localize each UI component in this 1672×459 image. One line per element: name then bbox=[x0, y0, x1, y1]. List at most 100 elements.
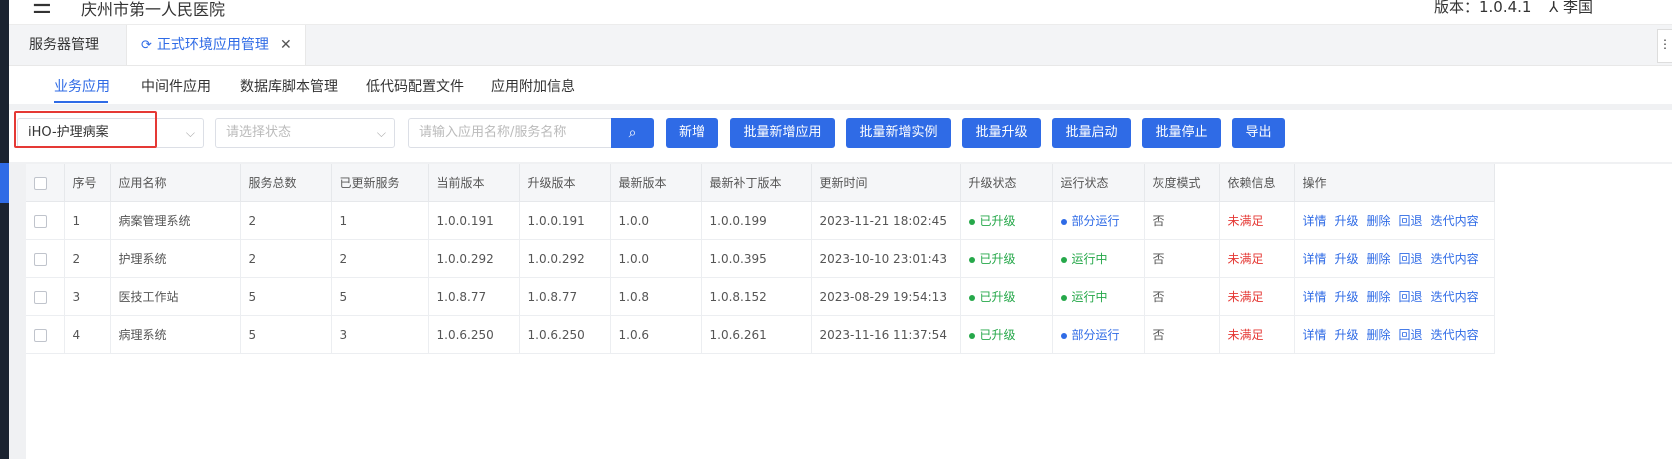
cell-current-version: 1.0.8.77 bbox=[428, 277, 520, 316]
column-header: 最新补丁版本 bbox=[701, 164, 812, 202]
column-header: 序号 bbox=[64, 164, 111, 202]
row-action-link[interactable]: 详情 bbox=[1303, 328, 1327, 342]
cell-app-name: 病案管理系统 bbox=[110, 201, 241, 240]
active-subtab-underline bbox=[54, 101, 108, 103]
batch-add-app-button[interactable]: 批量新增应用 bbox=[730, 118, 835, 148]
row-checkbox[interactable] bbox=[26, 315, 65, 354]
status-select-placeholder: 请选择状态 bbox=[226, 125, 292, 140]
cell-upgrade-status: 已升级 bbox=[960, 239, 1053, 278]
column-header: 已更新服务 bbox=[331, 164, 429, 202]
cell-updated-services: 3 bbox=[331, 315, 429, 354]
table-row: 4 病理系统 5 3 1.0.6.250 1.0.6.250 1.0.6 1.0.6.261 2… bbox=[26, 315, 1495, 354]
row-action-link[interactable]: 删除 bbox=[1367, 328, 1391, 342]
sidebar-active-indicator bbox=[0, 163, 9, 203]
cell-updated-services: 1 bbox=[331, 201, 429, 240]
cell-update-time: 2023-11-16 11:37:54 bbox=[811, 315, 961, 354]
row-action-link[interactable]: 回退 bbox=[1399, 252, 1423, 266]
status-select[interactable]: 请选择状态 ⌵ bbox=[215, 118, 395, 148]
tab-server-management[interactable]: 服务器管理 bbox=[29, 25, 99, 65]
row-action-link[interactable]: 回退 bbox=[1399, 214, 1423, 228]
cell-upgrade-status: 已升级 bbox=[960, 315, 1053, 354]
row-checkbox[interactable] bbox=[26, 277, 65, 316]
cell-current-version: 1.0.6.250 bbox=[428, 315, 520, 354]
cell-upgrade-status: 已升级 bbox=[960, 201, 1053, 240]
cell-upgrade-version: 1.0.8.77 bbox=[519, 277, 611, 316]
column-header: 操作 bbox=[1294, 164, 1495, 202]
row-action-link[interactable]: 回退 bbox=[1399, 328, 1423, 342]
cell-upgrade-version: 1.0.0.292 bbox=[519, 239, 611, 278]
column-header: 当前版本 bbox=[428, 164, 520, 202]
search-input[interactable]: 请输入应用名称/服务名称 bbox=[408, 118, 611, 148]
batch-add-instance-button[interactable]: 批量新增实例 bbox=[846, 118, 951, 148]
column-header: 运行状态 bbox=[1052, 164, 1145, 202]
cell-app-name: 病理系统 bbox=[110, 315, 241, 354]
search-button[interactable]: ⌕ bbox=[611, 118, 654, 148]
table-row: 1 病案管理系统 2 1 1.0.0.191 1.0.0.191 1.0.0 1.0.0.19… bbox=[26, 201, 1495, 240]
cell-gray-mode: 否 bbox=[1144, 315, 1220, 354]
row-action-link[interactable]: 删除 bbox=[1367, 290, 1391, 304]
cell-index: 4 bbox=[64, 315, 111, 354]
row-action-link[interactable]: 删除 bbox=[1367, 214, 1391, 228]
cell-index: 3 bbox=[64, 277, 111, 316]
row-action-link[interactable]: 回退 bbox=[1399, 290, 1423, 304]
row-checkbox[interactable] bbox=[26, 239, 65, 278]
user-icon: ⅄ bbox=[1549, 0, 1563, 16]
status-dot bbox=[1060, 294, 1067, 301]
batch-start-button[interactable]: 批量启动 bbox=[1052, 118, 1131, 148]
close-icon[interactable]: ✕ bbox=[280, 25, 292, 65]
refresh-icon[interactable]: ⟳ bbox=[141, 38, 152, 53]
column-header: 灰度模式 bbox=[1144, 164, 1220, 202]
batch-stop-button[interactable]: 批量停止 bbox=[1142, 118, 1221, 148]
cell-actions: 详情 升级 删除 回退 迭代内容 bbox=[1294, 277, 1495, 316]
row-action-link[interactable]: 升级 bbox=[1335, 252, 1359, 266]
row-action-link[interactable]: 迭代内容 bbox=[1431, 214, 1479, 228]
cell-actions: 详情 升级 删除 回退 迭代内容 bbox=[1294, 315, 1495, 354]
cell-latest-patch: 1.0.0.199 bbox=[701, 201, 812, 240]
row-action-link[interactable]: 迭代内容 bbox=[1431, 252, 1479, 266]
table-row: 3 医技工作站 5 5 1.0.8.77 1.0.8.77 1.0.8 1.0.8.152 20… bbox=[26, 277, 1495, 316]
cell-gray-mode: 否 bbox=[1144, 277, 1220, 316]
export-button[interactable]: 导出 bbox=[1232, 118, 1285, 148]
cell-app-name: 医技工作站 bbox=[110, 277, 241, 316]
apps-table: 序号 应用名称 服务总数 已更新服务 当前版本 升级版本 最新版本 最新补丁版本… bbox=[26, 164, 1495, 354]
row-action-link[interactable]: 详情 bbox=[1303, 252, 1327, 266]
filter-toolbar: iHO-护理病案 ⌵ 请选择状态 ⌵ 请输入应用名称/服务名称 ⌕ 新增 批量新… bbox=[9, 110, 1672, 162]
row-action-link[interactable]: 迭代内容 bbox=[1431, 290, 1479, 304]
status-dot bbox=[968, 256, 975, 263]
add-button[interactable]: 新增 bbox=[666, 118, 718, 148]
tab-production-app-management[interactable]: ⟳ 正式环境应用管理 ✕ bbox=[126, 25, 306, 65]
menu-fold-icon[interactable]: ☰ bbox=[32, 0, 52, 19]
cell-service-total: 2 bbox=[240, 239, 332, 278]
row-action-link[interactable]: 详情 bbox=[1303, 290, 1327, 304]
highlight-box bbox=[14, 111, 157, 148]
batch-upgrade-button[interactable]: 批量升级 bbox=[962, 118, 1041, 148]
status-dot bbox=[1060, 256, 1067, 263]
column-header: 更新时间 bbox=[811, 164, 961, 202]
status-dot bbox=[968, 332, 975, 339]
row-action-link[interactable]: 升级 bbox=[1335, 328, 1359, 342]
cell-latest-version: 1.0.8 bbox=[610, 277, 702, 316]
row-action-link[interactable]: 升级 bbox=[1335, 214, 1359, 228]
user-name[interactable]: ⅄ 李国 bbox=[1549, 0, 1593, 17]
row-checkbox[interactable] bbox=[26, 201, 65, 240]
version-label: 版本：1.0.4.1 bbox=[1434, 0, 1532, 16]
chevron-down-icon: ⌵ bbox=[185, 126, 195, 140]
cell-updated-services: 2 bbox=[331, 239, 429, 278]
row-action-link[interactable]: 详情 bbox=[1303, 214, 1327, 228]
select-all-checkbox[interactable] bbox=[26, 164, 65, 202]
cell-run-status: 部分运行 bbox=[1052, 315, 1145, 354]
subtab-middleware-apps[interactable]: 中间件应用 bbox=[141, 76, 211, 96]
cell-index: 2 bbox=[64, 239, 111, 278]
row-action-link[interactable]: 升级 bbox=[1335, 290, 1359, 304]
cell-app-name: 护理系统 bbox=[110, 239, 241, 278]
cell-run-status: 运行中 bbox=[1052, 277, 1145, 316]
status-dot bbox=[968, 294, 975, 301]
subtab-lowcode-config[interactable]: 低代码配置文件 bbox=[366, 76, 464, 96]
row-action-link[interactable]: 迭代内容 bbox=[1431, 328, 1479, 342]
more-tabs-icon[interactable]: ⋮ bbox=[1657, 29, 1672, 63]
subtab-app-extra-info[interactable]: 应用附加信息 bbox=[491, 76, 575, 96]
cell-upgrade-version: 1.0.6.250 bbox=[519, 315, 611, 354]
subtab-business-apps[interactable]: 业务应用 bbox=[54, 76, 110, 96]
row-action-link[interactable]: 删除 bbox=[1367, 252, 1391, 266]
subtab-db-scripts[interactable]: 数据库脚本管理 bbox=[240, 76, 338, 96]
